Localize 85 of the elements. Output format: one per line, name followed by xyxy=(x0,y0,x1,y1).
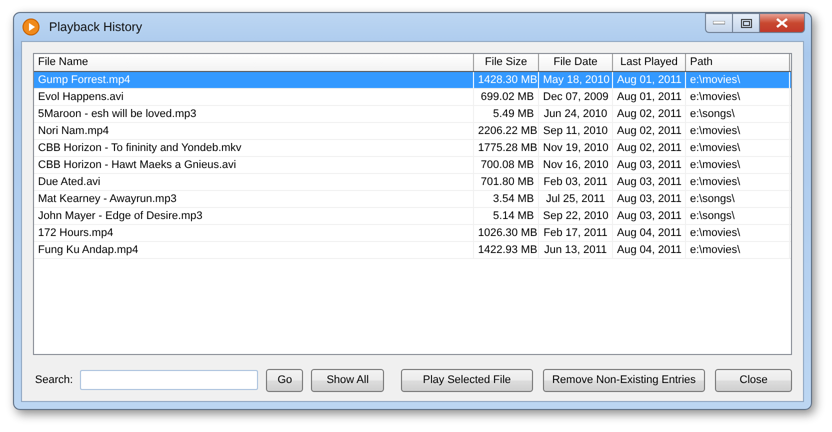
table-cell: Aug 03, 2011 xyxy=(613,208,686,224)
file-row[interactable]: Mat Kearney - Awayrun.mp3 3.54 MB Jul 25, 2011 Aug 03, 2011 e:\songs\ xyxy=(34,191,791,208)
table-cell: Aug 04, 2011 xyxy=(613,225,686,241)
table-cell: 1422.93 MB xyxy=(474,242,539,258)
table-cell: e:\movies\ xyxy=(686,89,790,105)
maximize-button[interactable] xyxy=(732,13,759,33)
action-button[interactable]: Show All xyxy=(311,368,384,392)
search-field[interactable] xyxy=(80,370,258,390)
table-cell: Dec 07, 2009 xyxy=(539,89,613,105)
column-header[interactable]: File Size xyxy=(474,54,539,71)
table-cell: Aug 01, 2011 xyxy=(613,72,686,88)
table-cell: e:\movies\ xyxy=(686,123,790,139)
action-button[interactable]: Go xyxy=(266,368,304,392)
table-cell: May 18, 2010 xyxy=(539,72,613,88)
table-cell: e:\movies\ xyxy=(686,140,790,156)
file-row[interactable]: 5Maroon - esh will be loved.mp3 5.49 MB Jun 24, 2010 Aug 02, 2011 e:\songs\ xyxy=(34,106,791,123)
close-window-button[interactable] xyxy=(759,13,805,33)
table-cell: Aug 04, 2011 xyxy=(613,242,686,258)
table-cell: Mat Kearney - Awayrun.mp3 xyxy=(34,191,474,207)
column-header[interactable]: File Date xyxy=(539,54,613,71)
table-cell: John Mayer - Edge of Desire.mp3 xyxy=(34,208,474,224)
table-cell: 5.14 MB xyxy=(474,208,539,224)
table-cell: 699.02 MB xyxy=(474,89,539,105)
table-cell: Aug 02, 2011 xyxy=(613,123,686,139)
play-icon xyxy=(22,18,40,36)
action-button[interactable]: Play Selected File xyxy=(401,368,533,392)
table-cell: Nov 19, 2010 xyxy=(539,140,613,156)
file-row[interactable]: Nori Nam.mp4 2206.22 MB Sep 11, 2010 Aug 02, 2011 e:\movies\ xyxy=(34,123,791,140)
table-cell: Jun 24, 2010 xyxy=(539,106,613,122)
table-cell: Fung Ku Andap.mp4 xyxy=(34,242,474,258)
table-cell: 172 Hours.mp4 xyxy=(34,225,474,241)
table-cell: Sep 11, 2010 xyxy=(539,123,613,139)
file-row[interactable]: CBB Horizon - Hawt Maeks a Gnieus.avi 700.08 MB Nov 16, 2010 Aug 03, 2011 e:\movies\ xyxy=(34,157,791,174)
table-cell: 1775.28 MB xyxy=(474,140,539,156)
table-cell: Due Ated.avi xyxy=(34,174,474,190)
table-cell: Aug 02, 2011 xyxy=(613,106,686,122)
table-cell: 700.08 MB xyxy=(474,157,539,173)
table-cell: Feb 03, 2011 xyxy=(539,174,613,190)
minimize-icon xyxy=(713,21,725,25)
table-cell: Aug 02, 2011 xyxy=(613,140,686,156)
table-cell: 3.54 MB xyxy=(474,191,539,207)
table-cell: 1026.30 MB xyxy=(474,225,539,241)
column-header[interactable]: File Name xyxy=(34,54,474,71)
window-title: Playback History xyxy=(49,20,142,34)
table-cell: e:\movies\ xyxy=(686,157,790,173)
table-cell: 701.80 MB xyxy=(474,174,539,190)
table-cell: e:\songs\ xyxy=(686,191,790,207)
table-cell: Aug 03, 2011 xyxy=(613,157,686,173)
table-cell: e:\movies\ xyxy=(686,225,790,241)
file-row[interactable]: Fung Ku Andap.mp4 1422.93 MB Jun 13, 2011 Aug 04, 2011 e:\movies\ xyxy=(34,242,791,259)
close-icon xyxy=(776,18,788,28)
table-cell: e:\songs\ xyxy=(686,106,790,122)
table-cell: Evol Happens.avi xyxy=(34,89,474,105)
search-label: Search: xyxy=(35,374,73,386)
file-row[interactable]: Due Ated.avi 701.80 MB Feb 03, 2011 Aug 03, 2011 e:\movies\ xyxy=(34,174,791,191)
column-header[interactable]: Path xyxy=(686,54,790,71)
table-cell: e:\movies\ xyxy=(686,72,790,88)
file-row[interactable]: CBB Horizon - To fininity and Yondeb.mkv 1775.28 MB Nov 19, 2010 Aug 02, 2011 e:\movies\ xyxy=(34,140,791,157)
table-cell: Nori Nam.mp4 xyxy=(34,123,474,139)
table-cell: Aug 03, 2011 xyxy=(613,174,686,190)
table-cell: CBB Horizon - To fininity and Yondeb.mkv xyxy=(34,140,474,156)
table-cell: Feb 17, 2011 xyxy=(539,225,613,241)
file-row[interactable]: John Mayer - Edge of Desire.mp3 5.14 MB Sep 22, 2010 Aug 03, 2011 e:\songs\ xyxy=(34,208,791,225)
table-cell: Nov 16, 2010 xyxy=(539,157,613,173)
table-cell: CBB Horizon - Hawt Maeks a Gnieus.avi xyxy=(34,157,474,173)
table-cell: e:\movies\ xyxy=(686,174,790,190)
action-button[interactable]: Close xyxy=(715,368,792,392)
table-cell: e:\songs\ xyxy=(686,208,790,224)
table-cell: Gump Forrest.mp4 xyxy=(34,72,474,88)
table-cell: Jun 13, 2011 xyxy=(539,242,613,258)
table-cell: Aug 01, 2011 xyxy=(613,89,686,105)
minimize-button[interactable] xyxy=(705,13,732,33)
table-cell: 5.49 MB xyxy=(474,106,539,122)
table-cell: Sep 22, 2010 xyxy=(539,208,613,224)
maximize-icon xyxy=(740,18,752,28)
table-cell: e:\movies\ xyxy=(686,242,790,258)
table-cell: 2206.22 MB xyxy=(474,123,539,139)
table-cell: 1428.30 MB xyxy=(474,72,539,88)
table-cell: Jul 25, 2011 xyxy=(539,191,613,207)
table-cell: 5Maroon - esh will be loved.mp3 xyxy=(34,106,474,122)
file-row[interactable]: 172 Hours.mp4 1026.30 MB Feb 17, 2011 Aug 04, 2011 e:\movies\ xyxy=(34,225,791,242)
column-header[interactable]: Last Played xyxy=(613,54,686,71)
file-row[interactable]: Evol Happens.avi 699.02 MB Dec 07, 2009 Aug 01, 2011 e:\movies\ xyxy=(34,89,791,106)
table-cell: Aug 03, 2011 xyxy=(613,191,686,207)
action-button[interactable]: Remove Non-Existing Entries xyxy=(542,368,706,392)
